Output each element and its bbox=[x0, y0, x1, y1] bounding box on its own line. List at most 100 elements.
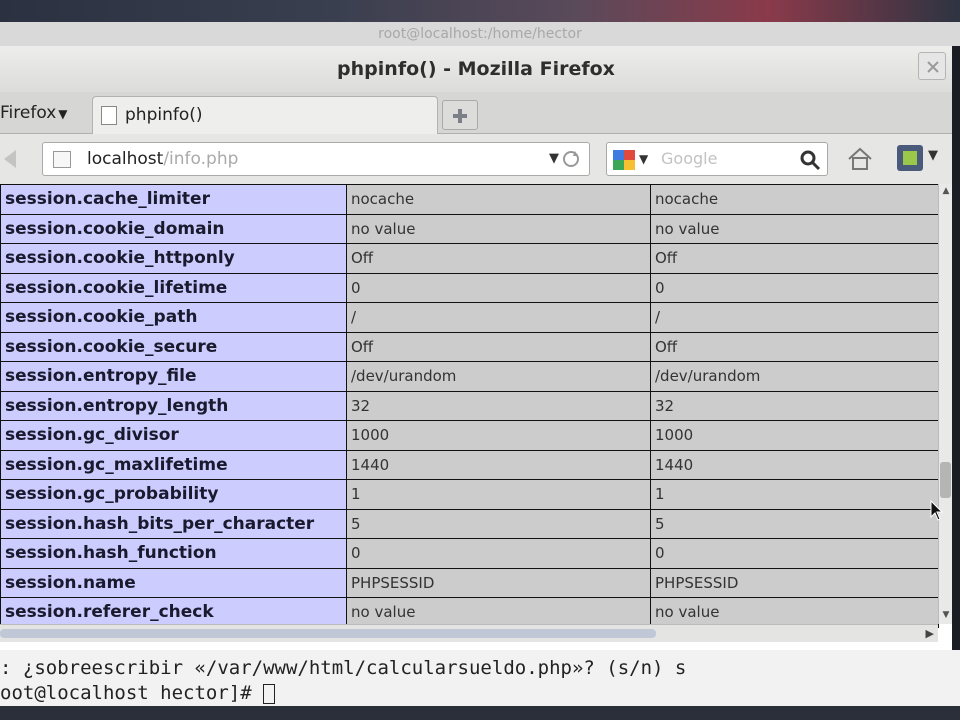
master-value: 1 bbox=[650, 479, 939, 510]
table-row: session.entropy_file/dev/urandom/dev/ura… bbox=[0, 361, 939, 392]
search-input[interactable]: Google bbox=[661, 143, 717, 175]
table-row: session.gc_maxlifetime 1440 1440 bbox=[0, 449, 939, 480]
local-value: no value bbox=[346, 213, 651, 244]
phpinfo-rows: session.cache_limiter nocache nocache sessi… bbox=[0, 184, 939, 628]
firefox-menu-label: Firefox bbox=[0, 103, 57, 123]
directive-name: session.cookie_httponly bbox=[0, 243, 347, 274]
chevron-down-icon[interactable]: ▼ bbox=[639, 143, 648, 175]
master-value: nocache bbox=[650, 184, 939, 215]
url-path: /info.php bbox=[163, 149, 239, 169]
scrollbar-thumb[interactable] bbox=[940, 462, 951, 498]
directive-name: session.cookie_secure bbox=[0, 331, 347, 362]
reload-icon[interactable] bbox=[561, 149, 581, 169]
local-value: /dev/urandom bbox=[346, 361, 651, 392]
desktop-bottom-strip bbox=[0, 706, 960, 720]
tab-bar: Firefox ▼ phpinfo() bbox=[0, 92, 952, 134]
local-value: PHPSESSID bbox=[346, 567, 651, 598]
tab-label: phpinfo() bbox=[125, 105, 203, 125]
table-row: session.cache_limiter nocache nocache bbox=[0, 184, 939, 215]
chevron-down-icon[interactable]: ▼ bbox=[928, 148, 938, 163]
master-value: /dev/urandom bbox=[650, 361, 939, 392]
directive-name: session.entropy_length bbox=[0, 390, 347, 421]
firefox-menu-button[interactable]: Firefox ▼ bbox=[0, 98, 74, 128]
search-bar[interactable]: ▼ Google bbox=[606, 142, 828, 176]
local-value: 5 bbox=[346, 508, 651, 539]
window-titlebar: phpinfo() - Mozilla Firefox bbox=[0, 46, 952, 92]
directive-name: session.gc_probability bbox=[0, 479, 347, 510]
addon-icon[interactable] bbox=[896, 144, 924, 172]
directive-name: session.gc_divisor bbox=[0, 420, 347, 451]
table-row: session.gc_probability 1 1 bbox=[0, 479, 939, 510]
scroll-right-icon[interactable]: ▶ bbox=[926, 625, 934, 643]
table-row: session.gc_divisor 1000 1000 bbox=[0, 420, 939, 451]
plus-icon bbox=[453, 109, 467, 123]
scroll-up-icon[interactable]: ▲ bbox=[940, 186, 952, 198]
directive-name: session.cookie_path bbox=[0, 302, 347, 333]
master-value: 1000 bbox=[650, 420, 939, 451]
master-value: Off bbox=[650, 243, 939, 274]
close-icon bbox=[927, 61, 939, 73]
background-window-title: root@localhost:/home/hector bbox=[0, 22, 960, 46]
directive-name: session.name bbox=[0, 567, 347, 598]
master-value: / bbox=[650, 302, 939, 333]
local-value: 1440 bbox=[346, 449, 651, 480]
mouse-cursor-icon bbox=[930, 500, 944, 521]
master-value: 1440 bbox=[650, 449, 939, 480]
master-value: no value bbox=[650, 597, 939, 628]
phpinfo-table: session.cache_limiter nocache nocache sessi… bbox=[0, 184, 939, 628]
directive-name: session.cookie_domain bbox=[0, 213, 347, 244]
local-value: / bbox=[346, 302, 651, 333]
chevron-down-icon[interactable]: ▼ bbox=[549, 143, 559, 175]
local-value: 0 bbox=[346, 272, 651, 303]
directive-name: session.hash_bits_per_character bbox=[0, 508, 347, 539]
table-row: session.cookie_lifetime 0 0 bbox=[0, 272, 939, 303]
table-row: session.referer_check no value no value bbox=[0, 597, 939, 628]
search-icon[interactable] bbox=[799, 149, 821, 171]
terminal-prompt: oot@localhost hector]# bbox=[0, 681, 276, 705]
terminal-prompt-text: oot@localhost hector]# bbox=[0, 682, 264, 704]
horizontal-scrollbar-thumb[interactable] bbox=[0, 629, 656, 638]
local-value: 1000 bbox=[346, 420, 651, 451]
master-value: 32 bbox=[650, 390, 939, 421]
local-value: nocache bbox=[346, 184, 651, 215]
directive-name: session.referer_check bbox=[0, 597, 347, 628]
directive-name: session.cache_limiter bbox=[0, 184, 347, 215]
table-row: session.hash_function 0 0 bbox=[0, 538, 939, 569]
home-icon[interactable] bbox=[846, 146, 874, 172]
local-value: 32 bbox=[346, 390, 651, 421]
window-title: phpinfo() - Mozilla Firefox bbox=[337, 58, 615, 80]
table-row: session.cookie_httponly Off Off bbox=[0, 243, 939, 274]
scroll-down-icon[interactable]: ▼ bbox=[940, 610, 952, 622]
master-value: 0 bbox=[650, 538, 939, 569]
directive-name: session.cookie_lifetime bbox=[0, 272, 347, 303]
chevron-down-icon: ▼ bbox=[58, 107, 68, 121]
tab-phpinfo[interactable]: phpinfo() bbox=[92, 96, 438, 134]
local-value: Off bbox=[346, 243, 651, 274]
page-icon bbox=[101, 106, 117, 125]
table-row: session.cookie_domain no value no value bbox=[0, 213, 939, 244]
horizontal-scrollbar[interactable]: ▶ bbox=[0, 624, 938, 642]
terminal-cursor bbox=[263, 683, 276, 704]
master-value: Off bbox=[650, 331, 939, 362]
table-row: session.hash_bits_per_character 5 5 bbox=[0, 508, 939, 539]
terminal-line: : ¿sobreescribir «/var/www/html/calcular… bbox=[0, 657, 687, 679]
directive-name: session.gc_maxlifetime bbox=[0, 449, 347, 480]
url-host: localhost bbox=[87, 149, 164, 169]
page-content: session.cache_limiter nocache nocache sessi… bbox=[0, 184, 952, 674]
table-row: session.entropy_length 32 32 bbox=[0, 390, 939, 421]
vertical-scrollbar[interactable]: ▲ ▼ bbox=[938, 184, 952, 624]
master-value: no value bbox=[650, 213, 939, 244]
back-icon[interactable] bbox=[0, 146, 26, 172]
local-value: no value bbox=[346, 597, 651, 628]
site-identity-icon[interactable] bbox=[53, 151, 71, 168]
google-engine-icon[interactable] bbox=[613, 150, 635, 170]
close-button[interactable] bbox=[918, 52, 946, 80]
local-value: Off bbox=[346, 331, 651, 362]
directive-name: session.entropy_file bbox=[0, 361, 347, 392]
table-row: session.cookie_secure Off Off bbox=[0, 331, 939, 362]
directive-name: session.hash_function bbox=[0, 538, 347, 569]
new-tab-button[interactable] bbox=[442, 100, 478, 130]
url-bar[interactable]: localhost/info.php ▼ bbox=[42, 142, 590, 176]
navigation-toolbar: localhost/info.php ▼ ▼ Google ▼ bbox=[0, 134, 952, 184]
master-value: PHPSESSID bbox=[650, 567, 939, 598]
